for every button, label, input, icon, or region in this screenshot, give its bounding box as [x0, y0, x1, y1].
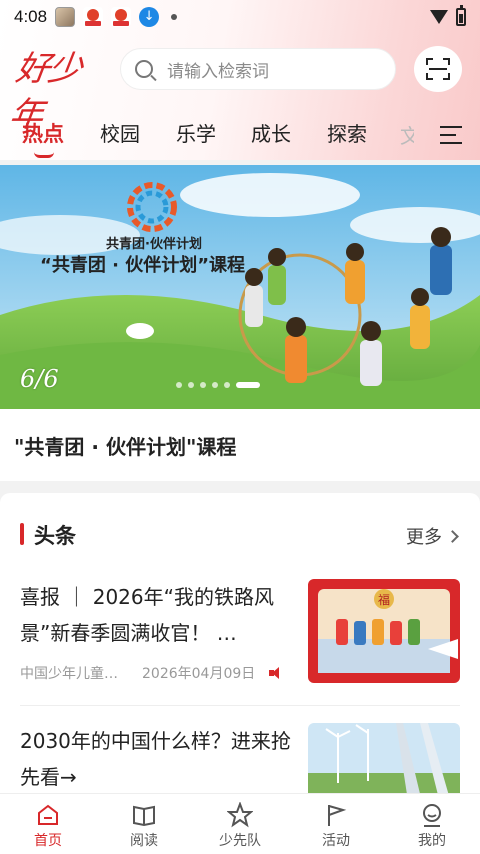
speaker-icon[interactable]	[269, 667, 283, 679]
article-thumbnail: 福	[308, 579, 460, 683]
banner-dot	[224, 382, 230, 388]
banner-pagination	[176, 382, 260, 388]
search-input[interactable]: 请输入检索词	[120, 48, 396, 90]
badge-notification-icon	[83, 7, 104, 27]
tab-learning[interactable]: 乐学	[176, 118, 216, 147]
app-logo: 好少年	[6, 49, 83, 135]
nav-read[interactable]: 阅读	[96, 794, 192, 854]
article-meta: 中国少年儿童… 2026年04月09日	[20, 663, 283, 683]
flag-icon	[328, 805, 347, 826]
banner-headline: “共青团 · 伙伴计划”课程	[40, 255, 246, 276]
thumbnail-image	[308, 723, 460, 793]
banner-illustration	[0, 165, 480, 409]
banner-dot	[188, 382, 194, 388]
banner-dot	[212, 382, 218, 388]
wifi-icon	[430, 10, 448, 24]
thumbnail-image: 福	[308, 579, 460, 683]
book-icon	[133, 805, 155, 827]
tab-partial-next[interactable]: 文	[400, 120, 414, 149]
search-icon	[135, 60, 153, 78]
article-source: 中国少年儿童…	[20, 666, 118, 682]
badge-notification-icon-2	[111, 7, 132, 27]
nav-label: 阅读	[130, 833, 158, 849]
nav-label: 活动	[322, 833, 350, 849]
article-date: 2026年04月09日	[142, 666, 256, 682]
thumbnail-sign: 福	[378, 592, 390, 607]
nav-young-pioneers[interactable]: 少先队	[192, 794, 288, 854]
banner-counter: 6/6	[20, 365, 59, 393]
download-icon: ↓	[139, 7, 160, 27]
tab-growth[interactable]: 成长	[251, 118, 291, 147]
article-divider	[20, 705, 460, 706]
headlines-section: 头条 更多 喜报 ｜ 2026年“我的铁路风景”新春季圆满收官！ … 中国少年儿…	[0, 493, 480, 793]
search-placeholder: 请输入检索词	[167, 61, 269, 82]
menu-icon[interactable]	[440, 126, 462, 144]
article-thumbnail	[308, 723, 460, 793]
nav-activities[interactable]: 活动	[288, 794, 384, 854]
article-title: 喜报 ｜ 2026年“我的铁路风景”新春季圆满收官！ …	[20, 585, 274, 645]
battery-icon	[456, 5, 466, 26]
nav-label: 我的	[418, 833, 446, 849]
article-title: 2030年的中国什么样？进来抢先看→	[20, 729, 291, 789]
nav-profile[interactable]: 我的	[384, 794, 480, 854]
nav-label: 首页	[34, 833, 62, 849]
tab-campus[interactable]: 校园	[100, 118, 140, 147]
banner-caption: "共青团 · 伙伴计划"课程	[14, 435, 237, 459]
active-tab-indicator	[34, 152, 54, 158]
banner-dot-active	[236, 382, 260, 388]
more-label: 更多	[406, 527, 442, 548]
nav-home[interactable]: 首页	[0, 794, 96, 854]
scan-icon	[426, 58, 450, 80]
banner-logo-caption: 共青团·伙伴计划	[106, 237, 202, 252]
app-header: 好少年 请输入检索词	[0, 40, 480, 135]
bottom-navigation: 首页 阅读 少先队 活动 我的	[0, 793, 480, 854]
tab-hot[interactable]: 热点	[22, 118, 64, 148]
banner-dot	[176, 382, 182, 388]
chevron-right-icon	[446, 529, 459, 543]
article-item[interactable]: 2030年的中国什么样？进来抢先看→	[20, 723, 460, 793]
status-time: 4:08	[14, 7, 48, 26]
more-button[interactable]: 更多	[406, 523, 459, 549]
home-icon	[38, 804, 58, 825]
status-bar: 4:08 ↓	[0, 0, 480, 34]
category-tabs: 热点 校园 乐学 成长 探索 文	[0, 112, 480, 160]
article-item[interactable]: 喜报 ｜ 2026年“我的铁路风景”新春季圆满收官！ … 中国少年儿童… 202…	[20, 579, 460, 689]
banner-dot	[200, 382, 206, 388]
scan-button[interactable]	[414, 46, 462, 92]
banner-caption-card[interactable]: "共青团 · 伙伴计划"课程	[0, 409, 480, 481]
star-icon	[227, 802, 253, 828]
banner-carousel[interactable]: 共青团·伙伴计划 “共青团 · 伙伴计划”课程	[0, 165, 480, 409]
more-notifications-icon	[171, 14, 178, 20]
section-title: 头条	[34, 524, 76, 548]
avatar-notification-icon	[55, 7, 76, 27]
section-marker	[20, 523, 24, 545]
nav-label: 少先队	[219, 833, 261, 849]
tab-explore[interactable]: 探索	[327, 118, 367, 147]
profile-icon	[423, 804, 441, 827]
